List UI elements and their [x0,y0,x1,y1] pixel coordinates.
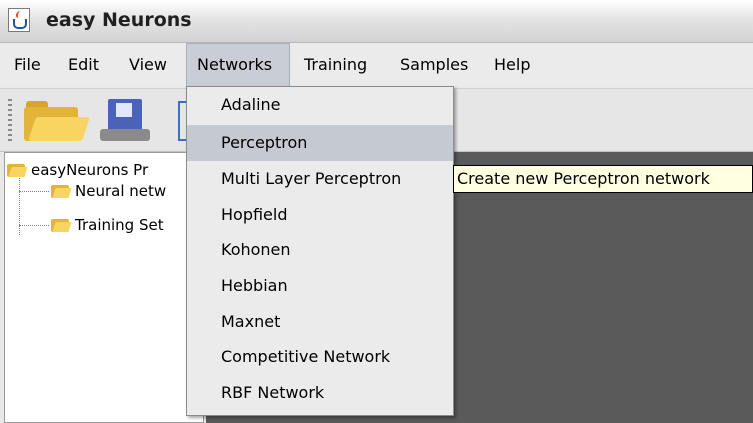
tree-node-label: Training Set [75,216,164,234]
menu-item-maxnet[interactable]: Maxnet [187,304,453,340]
menu-help[interactable]: Help [484,43,540,87]
menu-item-kohonen[interactable]: Kohonen [187,232,453,268]
toolbar-button-partial[interactable] [178,101,186,141]
menu-file[interactable]: File [4,43,51,87]
tree-node-neural-networks[interactable]: Neural netw [51,180,166,202]
tooltip: Create new Perceptron network [453,165,753,193]
menu-samples[interactable]: Samples [390,43,478,87]
menu-view[interactable]: View [119,43,177,87]
menu-edit[interactable]: Edit [58,43,109,87]
menu-item-competitive-network[interactable]: Competitive Network [187,339,453,375]
tree-node-label: Neural netw [75,182,167,200]
tree-node-root[interactable]: easyNeurons Pr [7,159,148,181]
toolbar-grip[interactable] [8,99,12,141]
menu-item-hopfield[interactable]: Hopfield [187,197,453,233]
menu-training[interactable]: Training [294,43,377,87]
menu-bar: File Edit View Networks Training Samples… [0,43,753,87]
menu-item-perceptron[interactable]: Perceptron [187,125,453,161]
title-bar[interactable]: easy Neurons [0,0,753,43]
save-disk-icon[interactable] [100,99,150,143]
menu-item-hebbian[interactable]: Hebbian [187,268,453,304]
menu-item-rbf-network[interactable]: RBF Network [187,375,453,411]
tree-node-training-sets[interactable]: Training Set [51,214,164,236]
project-tree[interactable]: easyNeurons Pr Neural netw Training Set [4,152,204,423]
folder-icon [51,216,72,232]
tree-node-label: easyNeurons Pr [31,161,149,179]
folder-icon [51,182,72,198]
window-title: easy Neurons [46,9,192,31]
menu-networks[interactable]: Networks [186,43,290,87]
networks-menu: Adaline Perceptron Multi Layer Perceptro… [186,86,454,416]
java-cup-icon[interactable] [8,8,30,32]
menu-item-adaline[interactable]: Adaline [187,87,453,123]
open-folder-icon[interactable] [24,101,90,141]
menu-item-multi-layer-perceptron[interactable]: Multi Layer Perceptron [187,161,453,197]
folder-icon [7,161,28,177]
